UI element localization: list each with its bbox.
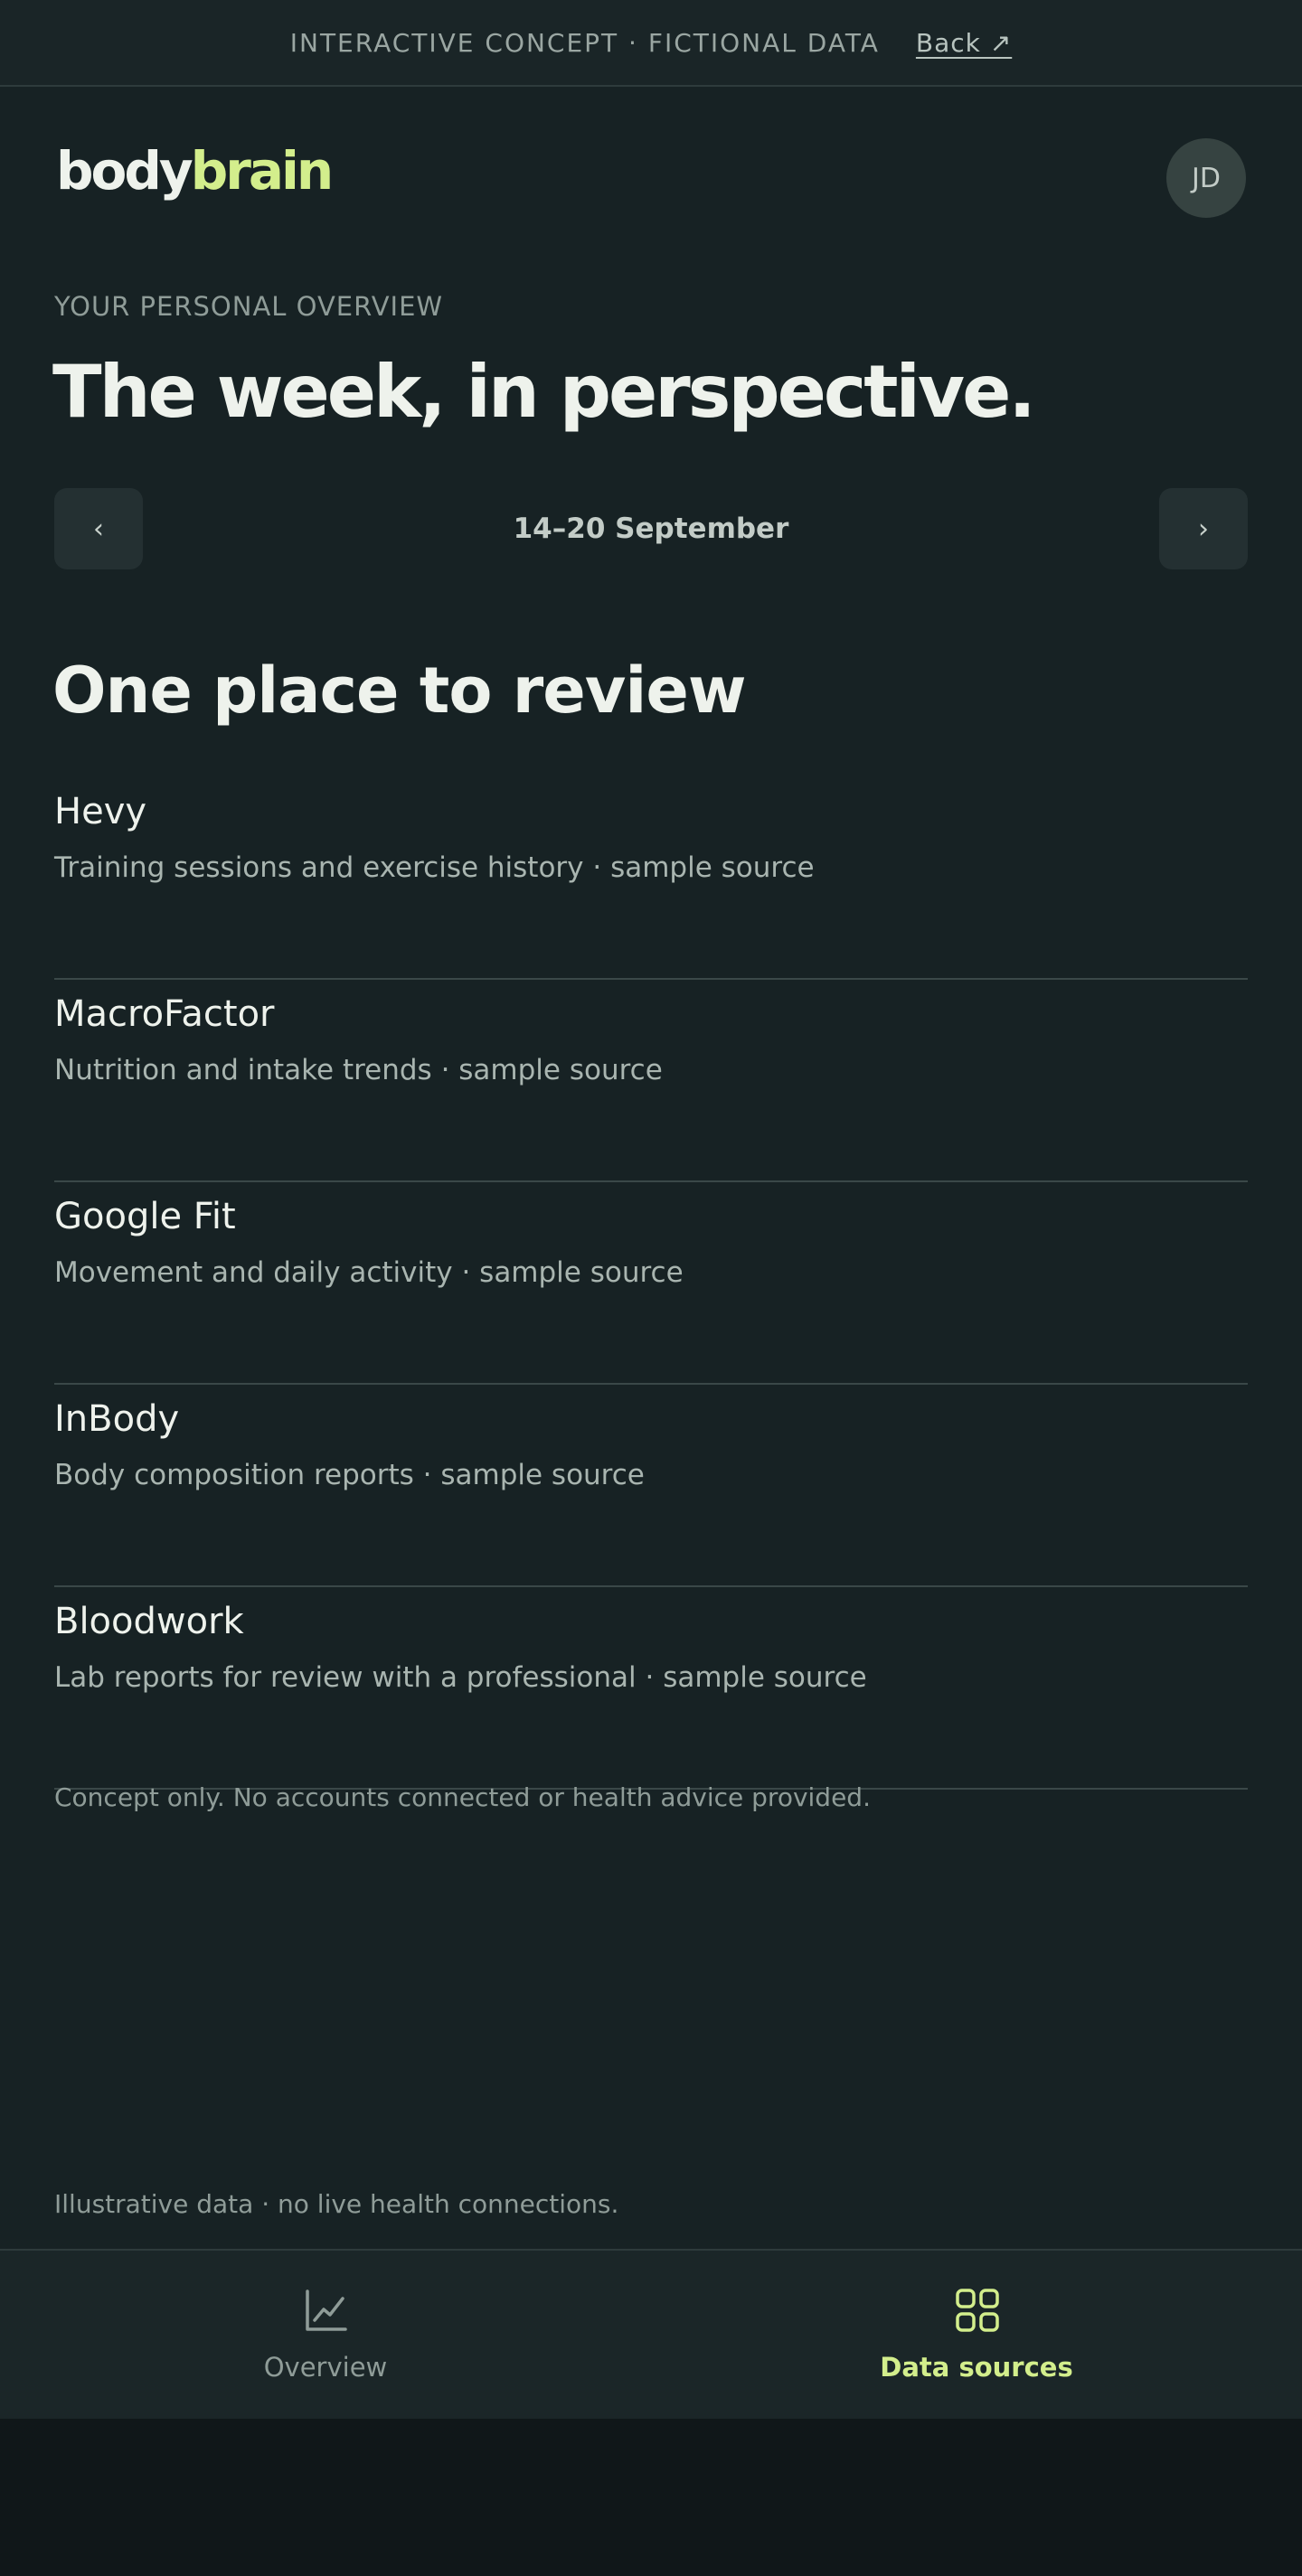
source-list: Hevy Training sessions and exercise hist… <box>54 777 1248 1790</box>
concept-disclaimer: Concept only. No accounts connected or h… <box>54 1782 871 1812</box>
source-name: Hevy <box>54 791 147 832</box>
line-chart-icon <box>306 2289 347 2331</box>
week-navigator: 14–20 September ‹ › <box>54 488 1248 569</box>
tab-data-sources-label: Data sources <box>880 2352 1073 2383</box>
source-item-hevy[interactable]: Hevy Training sessions and exercise hist… <box>54 777 1248 980</box>
source-item-google-fit[interactable]: Google Fit Movement and daily activity ·… <box>54 1182 1248 1385</box>
source-item-inbody[interactable]: InBody Body composition reports · sample… <box>54 1385 1248 1587</box>
logo-word-body: body <box>56 140 193 202</box>
week-range: 14–20 September <box>513 512 789 545</box>
overview-eyebrow: YOUR PERSONAL OVERVIEW <box>54 291 444 322</box>
source-description: Movement and daily activity · sample sou… <box>54 1256 684 1289</box>
logo-word-brain: brain <box>190 140 334 202</box>
source-item-macrofactor[interactable]: MacroFactor Nutrition and intake trends … <box>54 980 1248 1182</box>
source-description: Nutrition and intake trends · sample sou… <box>54 1054 663 1086</box>
previous-week-button[interactable]: ‹ <box>54 488 143 569</box>
source-item-bloodwork[interactable]: Bloodwork Lab reports for review with a … <box>54 1587 1248 1790</box>
source-name: InBody <box>54 1398 180 1440</box>
source-description: Lab reports for review with a profession… <box>54 1661 867 1694</box>
source-name: MacroFactor <box>54 993 275 1035</box>
tab-overview-label: Overview <box>263 2352 388 2383</box>
source-description: Body composition reports · sample source <box>54 1459 645 1491</box>
section-title: One place to review <box>52 653 747 728</box>
source-name: Bloodwork <box>54 1601 244 1642</box>
source-name: Google Fit <box>54 1196 236 1237</box>
tab-data-sources[interactable]: Data sources <box>651 2251 1302 2419</box>
concept-banner: INTERACTIVE CONCEPT · FICTIONAL DATA Bac… <box>0 0 1302 87</box>
logo: bodybrain <box>56 145 334 197</box>
page-title: The week, in perspective. <box>52 350 1036 434</box>
source-description: Training sessions and exercise history ·… <box>54 851 815 884</box>
next-week-button[interactable]: › <box>1159 488 1248 569</box>
grid-icon <box>956 2289 999 2332</box>
user-avatar[interactable]: JD <box>1166 138 1246 218</box>
chevron-right-icon: › <box>1198 512 1209 545</box>
bottom-navigation: Overview Data sources <box>0 2249 1302 2419</box>
tab-overview[interactable]: Overview <box>0 2251 651 2419</box>
back-link[interactable]: Back ↗ <box>916 28 1012 58</box>
illustrative-data-note: Illustrative data · no live health conne… <box>54 2189 619 2219</box>
chevron-left-icon: ‹ <box>93 512 104 545</box>
app-screen: INTERACTIVE CONCEPT · FICTIONAL DATA Bac… <box>0 0 1302 2419</box>
banner-label: INTERACTIVE CONCEPT · FICTIONAL DATA <box>289 27 880 58</box>
